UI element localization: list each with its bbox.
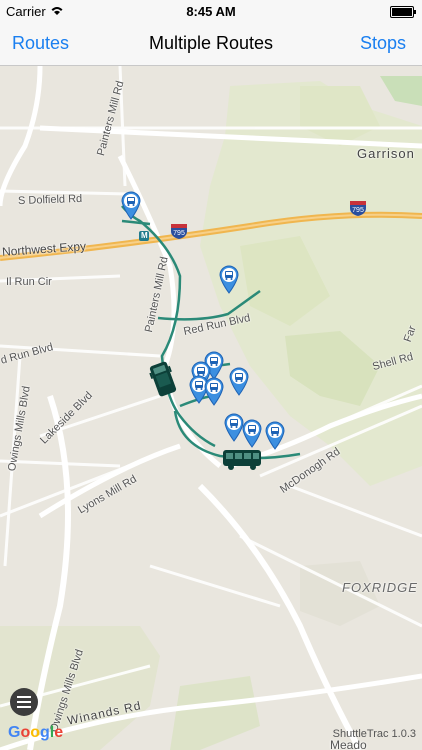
menu-button[interactable] <box>10 688 38 716</box>
map-canvas <box>0 66 422 750</box>
label-run-cir: Il Run Cir <box>6 276 52 288</box>
bus-stop-pin-icon[interactable] <box>241 418 263 448</box>
bus-stop-pin-icon[interactable] <box>120 190 142 220</box>
status-bar: Carrier 8:45 AM <box>0 0 422 22</box>
label-dolfield: S Dolfield Rd <box>17 192 83 208</box>
map-view[interactable]: Garrison S Dolfield Rd Painters Mill Rd … <box>0 66 422 750</box>
navigation-bar: Routes Multiple Routes Stops <box>0 22 422 66</box>
battery-icon <box>390 6 416 18</box>
shield-795-right-text: 795 <box>352 207 364 214</box>
stops-button[interactable]: Stops <box>360 33 406 54</box>
shield-795-left-text: 795 <box>173 230 185 237</box>
app-version: ShuttleTrac 1.0.3 <box>332 728 416 740</box>
bus-vehicle-icon[interactable] <box>222 448 262 470</box>
page-title: Multiple Routes <box>148 33 274 53</box>
metro-icon: M <box>141 231 148 240</box>
status-time: 8:45 AM <box>186 4 236 19</box>
bus-stop-pin-icon[interactable] <box>228 366 250 396</box>
bus-stop-pin-icon[interactable] <box>264 420 286 450</box>
label-foxridge: FOXRIDGE <box>342 580 418 595</box>
google-logo: Google <box>8 724 64 741</box>
bus-stop-pin-icon[interactable] <box>218 264 240 294</box>
bus-stop-pin-icon[interactable] <box>203 376 225 406</box>
label-garrison: Garrison <box>357 146 415 161</box>
